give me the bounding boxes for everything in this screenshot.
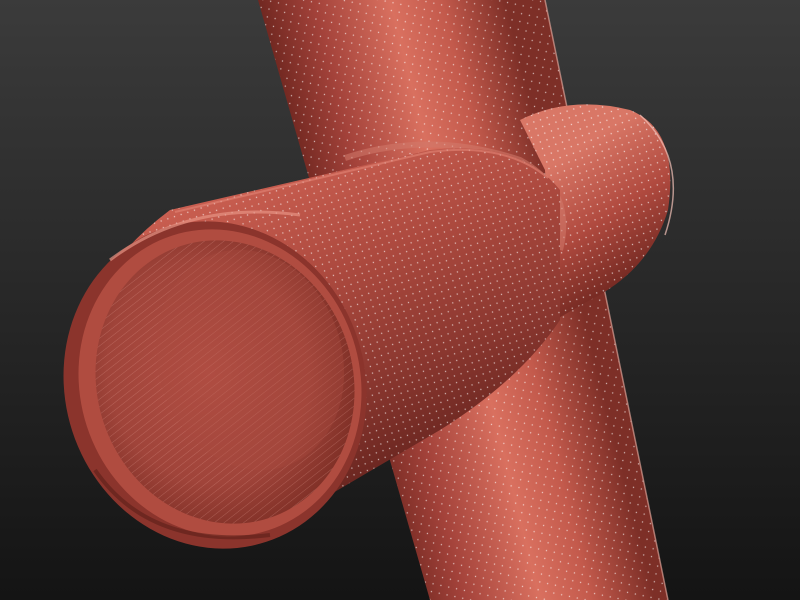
scene-render <box>0 0 800 600</box>
3d-viewport[interactable] <box>0 0 800 600</box>
